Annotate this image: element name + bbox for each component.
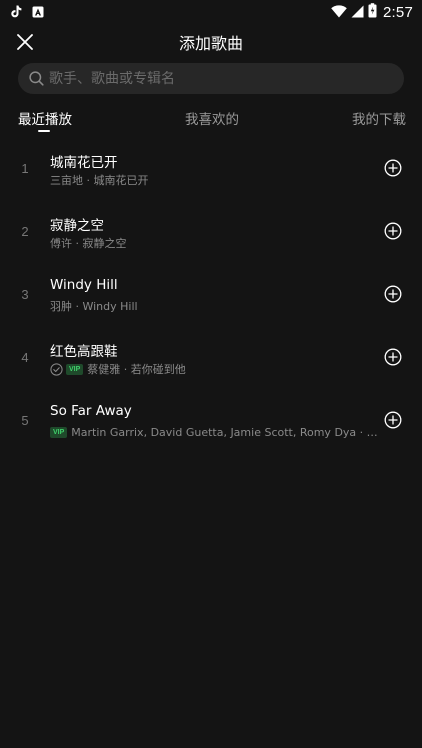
song-item[interactable]: 2 寂静之空 傅许 · 寂静之空 [0, 200, 422, 263]
wifi-icon [331, 3, 347, 22]
add-song-button[interactable] [384, 285, 402, 303]
song-title: 寂静之空 [50, 218, 104, 234]
song-subtitle: VIP 蔡健雅 · 若你碰到他 [50, 362, 378, 376]
status-right: 2:57 [327, 2, 413, 22]
song-meta: Martin Garrix, David Guetta, Jamie Scott… [71, 425, 378, 439]
search-icon [29, 71, 44, 86]
song-title: Windy Hill [50, 277, 118, 293]
status-time: 2:57 [383, 3, 413, 21]
song-index: 1 [21, 161, 29, 176]
song-meta: 羽肿 · Windy Hill [50, 300, 138, 313]
song-meta: 蔡健雅 · 若你碰到他 [87, 363, 186, 376]
song-subtitle: 傅许 · 寂静之空 [50, 236, 378, 250]
song-index: 5 [21, 413, 29, 428]
add-song-button[interactable] [384, 159, 402, 177]
song-index: 2 [21, 224, 29, 239]
song-subtitle: VIP Martin Garrix, David Guetta, Jamie S… [50, 425, 378, 439]
add-song-button[interactable] [384, 222, 402, 240]
vip-badge: VIP [66, 363, 84, 375]
signal-icon [351, 3, 364, 22]
add-song-button[interactable] [384, 348, 402, 366]
song-item[interactable]: 5 So Far Away VIP Martin Garrix, David G… [0, 389, 422, 452]
song-title: 城南花已开 [50, 155, 118, 171]
tiktok-icon [10, 3, 22, 22]
song-item[interactable]: 1 城南花已开 三亩地 · 城南花已开 [0, 137, 422, 200]
downloaded-check-icon [50, 362, 63, 376]
status-left [10, 3, 54, 22]
song-meta: 三亩地 · 城南花已开 [50, 174, 149, 187]
song-meta: 傅许 · 寂静之空 [50, 237, 127, 250]
song-title: 红色高跟鞋 [50, 344, 118, 360]
tab-favorites[interactable]: 我喜欢的 [185, 108, 239, 128]
song-item[interactable]: 4 红色高跟鞋 VIP 蔡健雅 · 若你碰到他 [0, 326, 422, 389]
song-subtitle: 三亩地 · 城南花已开 [50, 173, 378, 187]
song-index: 3 [21, 287, 29, 302]
tab-bar: 最近播放 我喜欢的 我的下载 [0, 104, 422, 134]
add-song-button[interactable] [384, 411, 402, 429]
tab-downloads[interactable]: 我的下载 [352, 108, 406, 128]
song-item[interactable]: 3 Windy Hill 羽肿 · Windy Hill [0, 263, 422, 326]
song-title: So Far Away [50, 403, 132, 419]
tab-indicator [38, 130, 50, 132]
header: 添加歌曲 [0, 24, 422, 60]
tab-recent[interactable]: 最近播放 [18, 108, 72, 128]
vip-badge: VIP [50, 426, 68, 438]
status-bar: 2:57 [0, 0, 422, 24]
app-icon [32, 3, 44, 22]
search-bar[interactable] [18, 63, 404, 94]
song-subtitle: 羽肿 · Windy Hill [50, 299, 378, 313]
song-list: 1 城南花已开 三亩地 · 城南花已开 2 寂静之空 傅许 · 寂静之空 3 W… [0, 137, 422, 452]
search-input[interactable] [49, 70, 369, 87]
page-title: 添加歌曲 [178, 34, 243, 53]
song-index: 4 [21, 350, 29, 365]
battery-icon [368, 2, 377, 22]
